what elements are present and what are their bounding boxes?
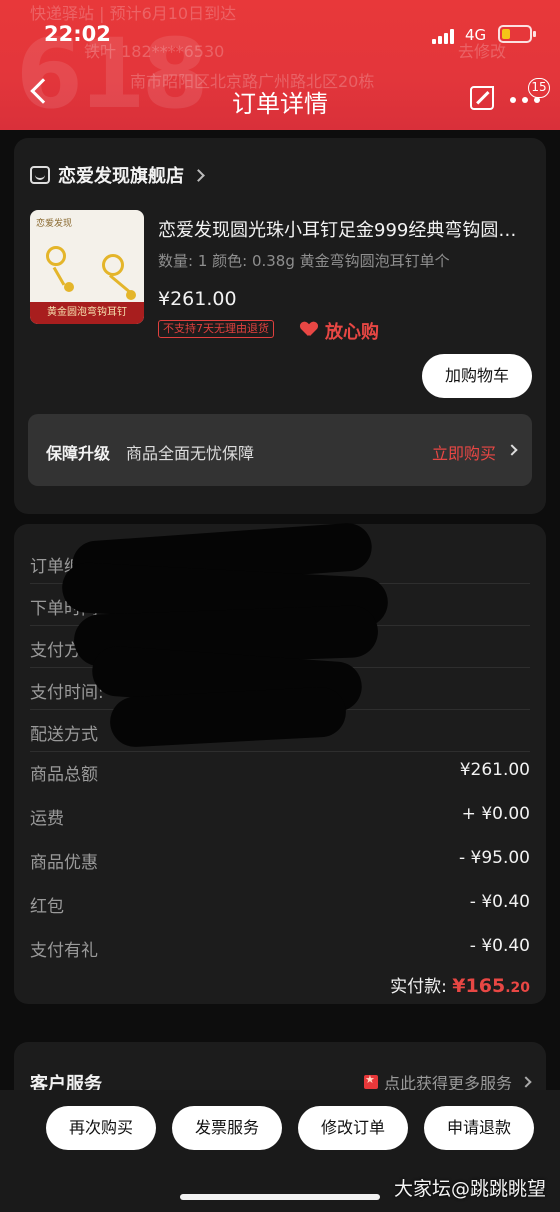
amount-paid-label: 实付款: [390, 977, 447, 997]
status-time: 22:02 [44, 22, 111, 46]
bottom-action-bar: 再次购买 发票服务 修改订单 申请退款 大家坛@跳跳眺望 [0, 1090, 560, 1212]
message-count-badge: 15 [528, 78, 550, 98]
protection-label: 保障升级 [46, 444, 111, 463]
summary-label: 支付有礼 [30, 941, 98, 961]
chevron-right-icon [506, 444, 518, 456]
more-icon[interactable] [510, 97, 540, 103]
summary-label: 红包 [30, 897, 64, 917]
product-image-caption: 黄金圆泡弯钩耳钉 [30, 302, 144, 324]
product-image[interactable]: 恋爱发现 黄金圆泡弯钩耳钉 [30, 210, 144, 324]
chevron-right-icon [192, 168, 205, 182]
delivery-method-label: 配送方式 [30, 725, 98, 745]
store-icon [30, 166, 50, 184]
summary-value: ¥261.00 [459, 760, 530, 780]
home-indicator[interactable] [180, 1194, 380, 1200]
summary-row: 商品优惠 - ¥95.00 [30, 846, 530, 876]
product-image-brand: 恋爱发现 [36, 219, 73, 229]
protection-buy-link[interactable]: 立即购买 [432, 440, 496, 464]
faded-delivery-line: 快递驿站 | 预计6月10日到达 [30, 4, 237, 23]
forum-watermark: 大家坛@跳跳眺望 [393, 1178, 546, 1200]
request-refund-button[interactable]: 申请退款 [424, 1106, 534, 1150]
order-info-card: 订单编号 下单时间 支付方式 支付时间: 配送方式 商品总额 ¥261.00 运… [14, 521, 546, 1004]
header-bar: 618 快递驿站 | 预计6月10日到达 铁叶 182****6530 去修改 … [0, 0, 560, 130]
amount-paid-value: ¥165 [452, 975, 506, 997]
amount-paid-cents: .20 [505, 980, 530, 996]
invoice-service-button[interactable]: 发票服务 [172, 1106, 282, 1150]
summary-value: - ¥0.40 [469, 936, 530, 956]
store-name: 恋爱发现旗舰店 [58, 166, 184, 187]
summary-label: 商品优惠 [30, 853, 98, 873]
buy-again-button[interactable]: 再次购买 [46, 1106, 156, 1150]
battery-icon [498, 25, 536, 43]
summary-value: - ¥0.40 [469, 892, 530, 912]
service-star-icon [363, 1073, 378, 1089]
store-link[interactable]: 恋爱发现旗舰店 [30, 162, 205, 188]
summary-label: 运费 [30, 809, 64, 829]
product-title[interactable]: 恋爱发现圆光珠小耳钉足金999经典弯钩圆泡耳钉单个 [158, 216, 530, 242]
summary-label: 商品总额 [30, 765, 98, 785]
protection-upgrade-row[interactable]: 保障升级 商品全面无忧保障 立即购买 [28, 414, 532, 486]
product-price: ¥261.00 [158, 288, 237, 310]
share-icon[interactable] [470, 81, 496, 110]
summary-row: 支付有礼 - ¥0.40 [30, 934, 530, 964]
network-type: 4G [465, 26, 487, 44]
signal-icon [432, 28, 456, 44]
amount-paid: 实付款: ¥165.20 [390, 972, 530, 997]
summary-row: 红包 - ¥0.40 [30, 890, 530, 920]
assurance-label[interactable]: 放心购 [325, 318, 379, 344]
payment-time-label: 支付时间: [30, 683, 104, 703]
no-return-tag: 不支持7天无理由退货 [158, 320, 274, 338]
chevron-right-icon [520, 1076, 532, 1088]
protection-description: 商品全面无忧保障 [126, 444, 255, 463]
heart-icon [301, 322, 317, 336]
summary-value: + ¥0.00 [461, 804, 530, 824]
summary-row: 商品总额 ¥261.00 [30, 758, 530, 788]
product-spec: 数量: 1 颜色: 0.38g 黄金弯钩圆泡耳钉单个 [158, 252, 450, 270]
summary-row: 运费 + ¥0.00 [30, 802, 530, 832]
summary-value: - ¥95.00 [458, 848, 530, 868]
modify-order-button[interactable]: 修改订单 [298, 1106, 408, 1150]
product-card: 恋爱发现旗舰店 恋爱发现 黄金圆泡弯钩耳钉 恋爱发现圆光珠小耳钉足金999经典弯… [14, 138, 546, 514]
add-to-cart-button[interactable]: 加购物车 [422, 354, 532, 398]
